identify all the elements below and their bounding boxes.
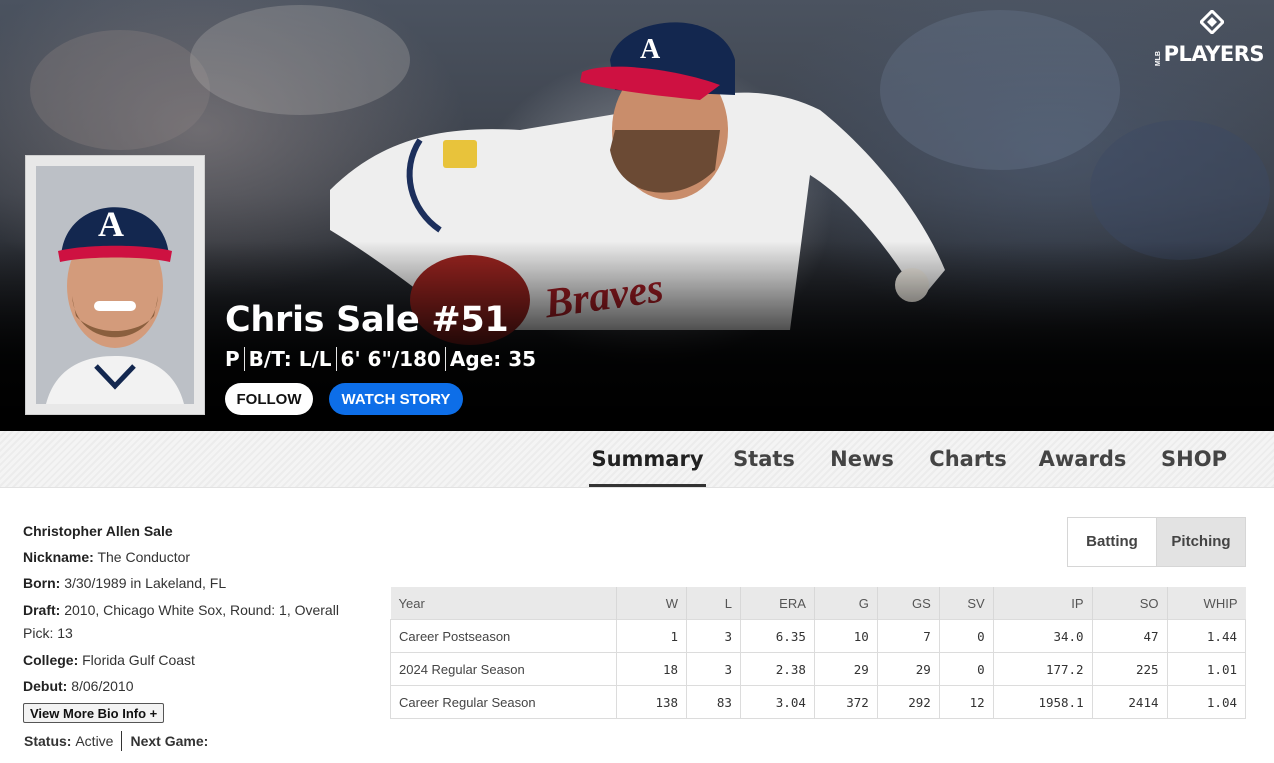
player-name: Chris Sale #51 xyxy=(225,300,509,340)
player-vitals: P B/T: L/L 6' 6"/180 Age: 35 xyxy=(225,347,536,371)
bio-born: Born: 3/30/1989 in Lakeland, FL xyxy=(23,575,227,591)
vitals-divider xyxy=(335,347,337,371)
logo-players-text: PLAYERS xyxy=(1163,42,1265,66)
bio-full-name: Christopher Allen Sale xyxy=(23,523,173,539)
view-more-bio-button[interactable]: View More Bio Info + xyxy=(23,703,165,723)
bio-nickname: Nickname: The Conductor xyxy=(23,549,191,565)
cell-year: Career Postseason xyxy=(389,619,618,653)
tab-awards[interactable]: Awards xyxy=(1035,431,1130,487)
cell-l: 3 xyxy=(686,652,741,686)
cell-w: 138 xyxy=(616,685,688,719)
player-height-weight: 6' 6"/180 xyxy=(340,347,441,371)
cell-whip: 1.44 xyxy=(1166,619,1247,653)
player-position: P xyxy=(225,347,240,371)
bio-college: College: Florida Gulf Coast xyxy=(23,652,195,668)
watch-story-button[interactable]: WATCH STORY xyxy=(329,383,463,415)
table-row: Career Regular Season 138 83 3.04 372 29… xyxy=(389,685,1247,719)
bio-debut: Debut: 8/06/2010 xyxy=(23,678,134,694)
svg-text:A: A xyxy=(98,204,124,244)
cell-gs: 292 xyxy=(876,685,940,719)
column-header-sv[interactable]: SV xyxy=(939,587,994,620)
table-header-row: Year W L ERA G GS SV IP SO WHIP xyxy=(390,587,1246,620)
cell-sv: 12 xyxy=(938,685,994,719)
cell-year: Career Regular Season xyxy=(389,685,618,719)
cell-whip: 1.01 xyxy=(1166,652,1247,686)
cell-sv: 0 xyxy=(938,619,994,653)
follow-button[interactable]: FOLLOW xyxy=(225,383,313,415)
player-bio: Christopher Allen Sale Nickname: The Con… xyxy=(23,518,363,699)
cell-gs: 29 xyxy=(876,652,940,686)
cell-g: 10 xyxy=(813,619,878,653)
column-header-era[interactable]: ERA xyxy=(740,587,815,620)
next-game-label: Next Game: xyxy=(130,733,209,749)
cell-so: 2414 xyxy=(1091,685,1168,719)
cell-era: 6.35 xyxy=(739,619,815,653)
logo-diamond-icon xyxy=(1200,10,1224,34)
cell-era: 3.04 xyxy=(739,685,815,719)
column-header-year[interactable]: Year xyxy=(390,587,618,620)
cell-g: 29 xyxy=(813,652,878,686)
stats-type-toggle: Batting Pitching xyxy=(1067,517,1246,567)
pitching-stats-table: Year W L ERA G GS SV IP SO WHIP Career P… xyxy=(389,587,1247,719)
column-header-gs[interactable]: GS xyxy=(877,587,940,620)
column-header-so[interactable]: SO xyxy=(1092,587,1168,620)
table-row: Career Postseason 1 3 6.35 10 7 0 34.0 4… xyxy=(389,619,1247,653)
pitching-toggle-button[interactable]: Pitching xyxy=(1156,518,1245,566)
status-row: Status: Active Next Game: xyxy=(24,731,208,751)
cell-sv: 0 xyxy=(938,652,994,686)
cell-era: 2.38 xyxy=(739,652,815,686)
column-header-ip[interactable]: IP xyxy=(993,587,1093,620)
cell-ip: 34.0 xyxy=(992,619,1093,653)
vitals-divider xyxy=(444,347,446,371)
player-age: Age: 35 xyxy=(449,347,537,371)
cell-so: 47 xyxy=(1091,619,1168,653)
player-bats-throws: B/T: L/L xyxy=(248,347,332,371)
mlb-players-logo[interactable]: MLB PLAYERS xyxy=(1154,10,1265,66)
logo-mlb-text: MLB xyxy=(1154,50,1162,66)
column-header-g[interactable]: G xyxy=(814,587,878,620)
column-header-whip[interactable]: WHIP xyxy=(1167,587,1246,620)
tab-summary[interactable]: Summary xyxy=(589,431,706,487)
status-divider xyxy=(121,731,123,751)
cell-l: 83 xyxy=(686,685,741,719)
batting-toggle-button[interactable]: Batting xyxy=(1068,518,1156,566)
cell-so: 225 xyxy=(1091,652,1168,686)
tab-stats[interactable]: Stats xyxy=(728,431,800,487)
cell-ip: 1958.1 xyxy=(992,685,1093,719)
cell-whip: 1.04 xyxy=(1166,685,1247,719)
table-row: 2024 Regular Season 18 3 2.38 29 29 0 17… xyxy=(389,652,1247,686)
tab-charts[interactable]: Charts xyxy=(925,431,1011,487)
cell-l: 3 xyxy=(686,619,741,653)
cell-year: 2024 Regular Season xyxy=(389,652,618,686)
status-value: Active xyxy=(75,733,114,749)
svg-text:A: A xyxy=(640,34,661,65)
player-tab-bar: Summary Stats News Charts Awards SHOP xyxy=(0,431,1274,488)
vitals-divider xyxy=(243,347,245,371)
cell-g: 372 xyxy=(813,685,878,719)
cell-ip: 177.2 xyxy=(992,652,1093,686)
tab-shop[interactable]: SHOP xyxy=(1153,431,1235,487)
cell-w: 18 xyxy=(616,652,688,686)
tab-news[interactable]: News xyxy=(824,431,900,487)
cell-gs: 7 xyxy=(876,619,940,653)
cell-w: 1 xyxy=(616,619,688,653)
headshot-frame: A xyxy=(25,155,205,415)
player-headshot: A xyxy=(36,166,194,404)
column-header-l[interactable]: L xyxy=(686,587,741,620)
column-header-w[interactable]: W xyxy=(616,587,688,620)
player-hero: A Braves MLB PLAYERS A xyxy=(0,0,1274,431)
status-label: Status: xyxy=(24,733,72,749)
bio-draft: Draft: 2010, Chicago White Sox, Round: 1… xyxy=(23,602,339,641)
